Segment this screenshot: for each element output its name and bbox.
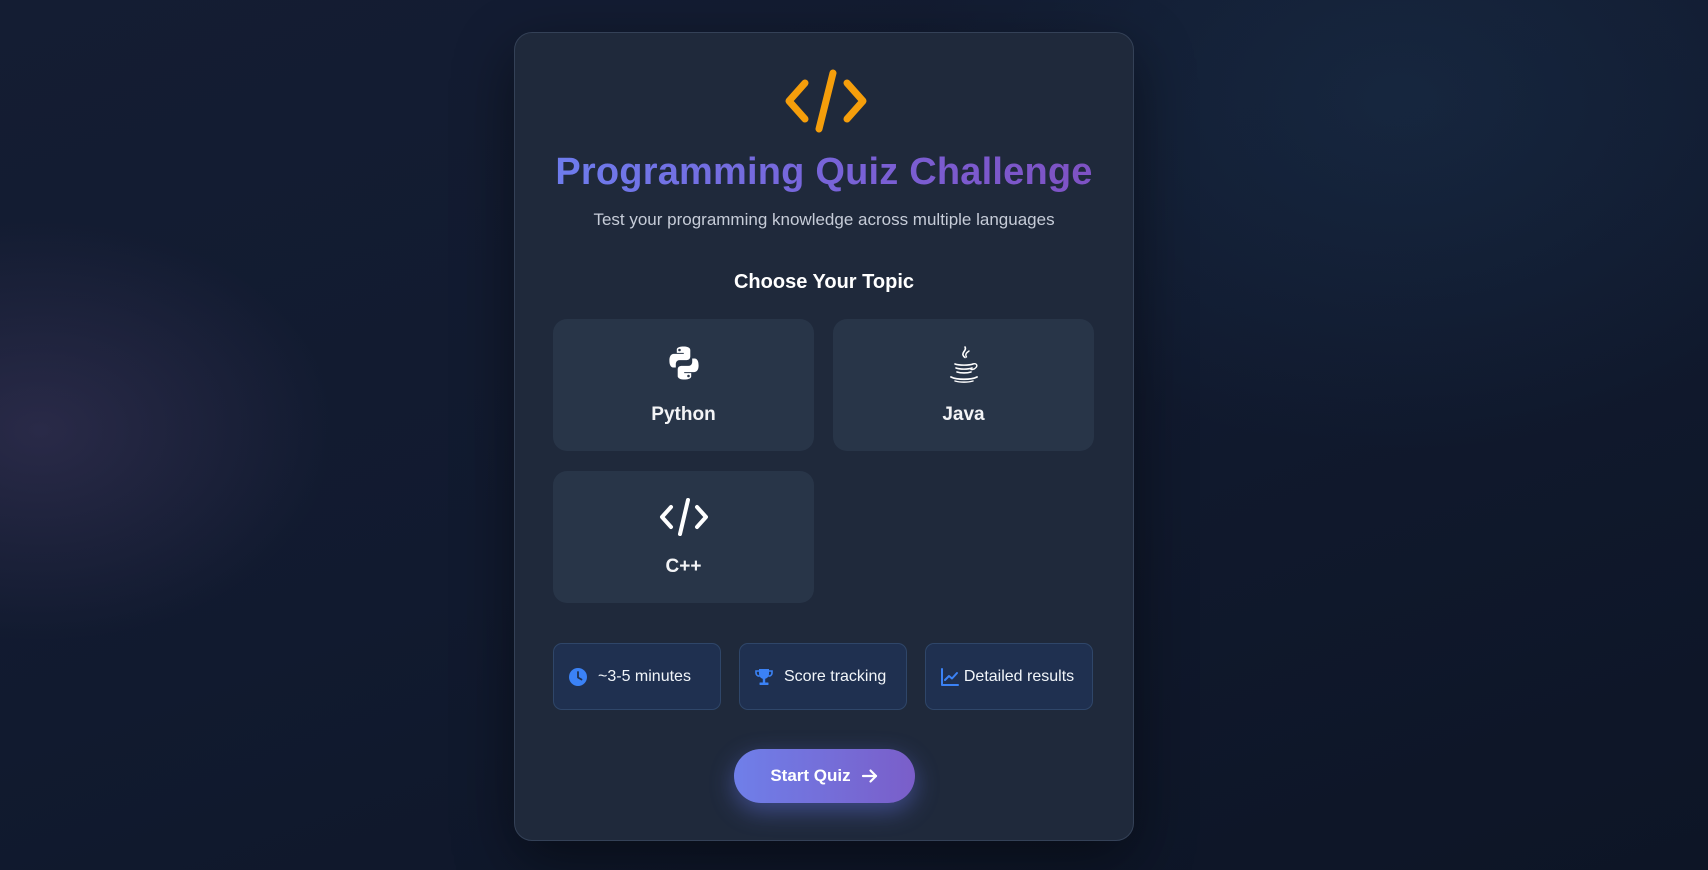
feature-duration: ~3-5 minutes [553,643,721,710]
trophy-icon [755,668,773,685]
java-icon [949,346,978,383]
quiz-card: Programming Quiz Challenge Test your pro… [514,32,1134,841]
topic-card-python[interactable]: Python [553,319,814,451]
topic-label: C++ [665,556,702,577]
page-title: Programming Quiz Challenge [515,151,1133,194]
page-subtitle: Test your programming knowledge across m… [593,210,1055,229]
feature-score: Score tracking [739,643,907,710]
feature-label: Score tracking [784,668,887,685]
clock-icon [569,667,587,686]
topic-label: Java [942,404,985,425]
topic-section-heading: Choose Your Topic [733,271,914,293]
topic-card-java[interactable]: Java [833,319,1094,451]
feature-results: Detailed results [925,643,1093,710]
topic-label: Python [651,404,716,425]
feature-label: ~3-5 minutes [598,668,691,685]
code-icon [659,498,708,536]
chart-line-icon [941,667,959,686]
start-quiz-label: Start Quiz [770,766,851,785]
topic-card-cpp[interactable]: C++ [553,471,814,603]
code-brackets-icon [785,69,867,133]
feature-label: Detailed results [963,668,1075,685]
start-quiz-button[interactable]: Start Quiz [734,749,915,803]
python-icon [668,346,699,380]
arrow-right-icon [861,769,877,783]
